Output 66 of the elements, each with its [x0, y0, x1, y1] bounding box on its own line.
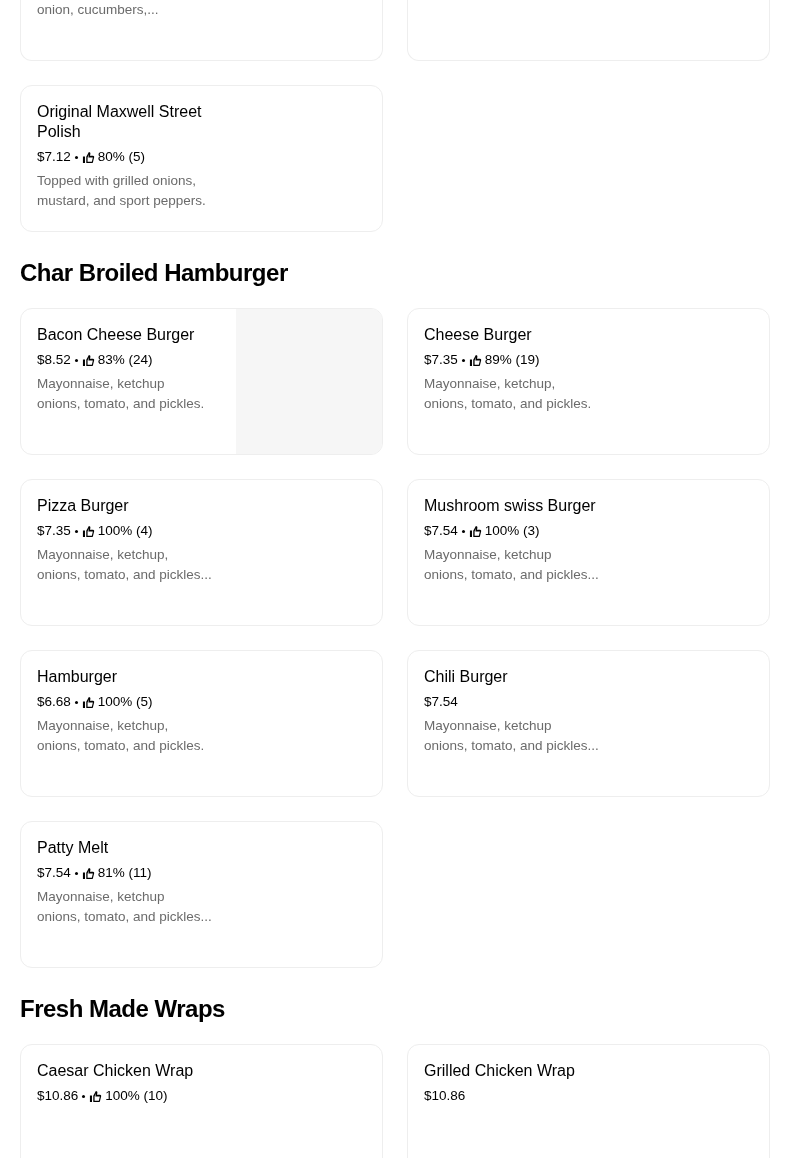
item-rating: 100% (4): [97, 522, 153, 540]
menu-item-card[interactable]: Pizza Burger $7.35 100% (4) Mayonnaise, ketchup, onions, tomato, and pickles...: [20, 479, 383, 626]
item-description: Mayonnaise, ketchup onions, tomato, and pickles.: [37, 375, 206, 413]
item-description: Mayonnaise, ketchup onions, tomato, and pickles...: [37, 888, 213, 926]
item-rating: 100% (5): [97, 693, 153, 711]
item-rating: 80% (5): [97, 148, 146, 166]
item-price: $7.54: [424, 522, 458, 540]
item-name: Caesar Chicken Wrap: [37, 1061, 195, 1081]
item-name: Grilled Chicken Wrap: [424, 1061, 576, 1081]
thumbs-up-icon: [468, 353, 482, 367]
separator-dot: [74, 871, 78, 875]
item-name: Pizza Burger: [37, 496, 130, 516]
item-description: Mayonnaise, ketchup onions, tomato, and pickles...: [424, 546, 600, 584]
item-rating: 100% (3): [484, 522, 540, 540]
thumbs-up-icon: [81, 353, 95, 367]
item-rating: 89% (19): [484, 351, 540, 369]
section-heading: Char Broiled Hamburger: [20, 258, 289, 288]
menu-item-card[interactable]: Caesar Chicken Wrap $10.86 100% (10): [20, 1044, 383, 1158]
thumbs-up-icon: [81, 695, 95, 709]
separator-dot: [74, 529, 78, 533]
thumbs-up-icon: [81, 524, 95, 538]
menu-item-card[interactable]: Cheese Burger $7.35 89% (19) Mayonnaise, ketchup, onions, tomato, and pickles.: [407, 308, 770, 455]
menu-item-card[interactable]: Hamburger $6.68 100% (5) Mayonnaise, ketchup, onions, tomato, and pickles.: [20, 650, 383, 797]
item-price: $7.12: [37, 148, 71, 166]
separator-dot: [74, 700, 78, 704]
menu-item-card[interactable]: Mushroom swiss Burger $7.54 100% (3) Mayonnaise, ketchup onions, tomato, and pickles...: [407, 479, 770, 626]
item-description: onion, cucumbers,...: [37, 1, 159, 19]
item-rating: 83% (24): [97, 351, 153, 369]
item-price: $7.54: [424, 693, 458, 711]
menu-item-card[interactable]: Grilled Chicken Wrap $10.86: [407, 1044, 770, 1158]
thumbs-up-icon: [81, 866, 95, 880]
separator-dot: [74, 155, 78, 159]
item-price: $7.54: [37, 864, 71, 882]
item-name: Bacon Cheese Burger: [37, 325, 196, 345]
item-price: $7.35: [424, 351, 458, 369]
item-price: $10.86: [37, 1087, 79, 1105]
separator-dot: [74, 358, 78, 362]
item-name: Original Maxwell Street Polish: [37, 102, 203, 142]
thumbs-up-icon: [468, 524, 482, 538]
item-name: Patty Melt: [37, 838, 110, 858]
item-name: Hamburger: [37, 667, 119, 687]
thumbs-up-icon: [89, 1089, 103, 1103]
item-name: Mushroom swiss Burger: [424, 496, 597, 516]
item-description: Mayonnaise, ketchup, onions, tomato, and pickles.: [424, 375, 593, 413]
item-description: Mayonnaise, ketchup, onions, tomato, and pickles.: [37, 717, 206, 755]
item-name: Chili Burger: [424, 667, 509, 687]
menu-item-card[interactable]: Chili Burger $7.54 Mayonnaise, ketchup onions, tomato, and pickles...: [407, 650, 770, 797]
separator-dot: [461, 529, 465, 533]
item-price: $7.35: [37, 522, 71, 540]
menu-item-card[interactable]: Original Maxwell Street Polish $7.12 80% (5) Topped with grilled onions, mustard, and sport peppers.: [20, 85, 383, 232]
item-description: Topped with grilled onions, mustard, and sport peppers.: [37, 172, 207, 210]
separator-dot: [82, 1094, 86, 1098]
section-heading: Fresh Made Wraps: [20, 994, 226, 1024]
item-rating: 100% (10): [105, 1087, 168, 1105]
item-price: $6.68: [37, 693, 71, 711]
separator-dot: [461, 358, 465, 362]
item-rating: 81% (11): [97, 864, 152, 882]
menu-item-card[interactable]: Patty Melt $7.54 81% (11) Mayonnaise, ketchup onions, tomato, and pickles...: [20, 821, 383, 968]
item-description: Mayonnaise, ketchup onions, tomato, and pickles...: [424, 717, 600, 755]
menu-item-card[interactable]: Bacon Cheese Burger $8.52 83% (24) Mayonnaise, ketchup onions, tomato, and pickles.: [20, 308, 383, 455]
item-description: Mayonnaise, ketchup, onions, tomato, and pickles...: [37, 546, 213, 584]
thumbs-up-icon: [81, 150, 95, 164]
menu-item-card[interactable]: onion, cucumbers,...: [20, 0, 383, 61]
item-price: $8.52: [37, 351, 71, 369]
item-name: Cheese Burger: [424, 325, 533, 345]
item-price: $10.86: [424, 1087, 466, 1105]
